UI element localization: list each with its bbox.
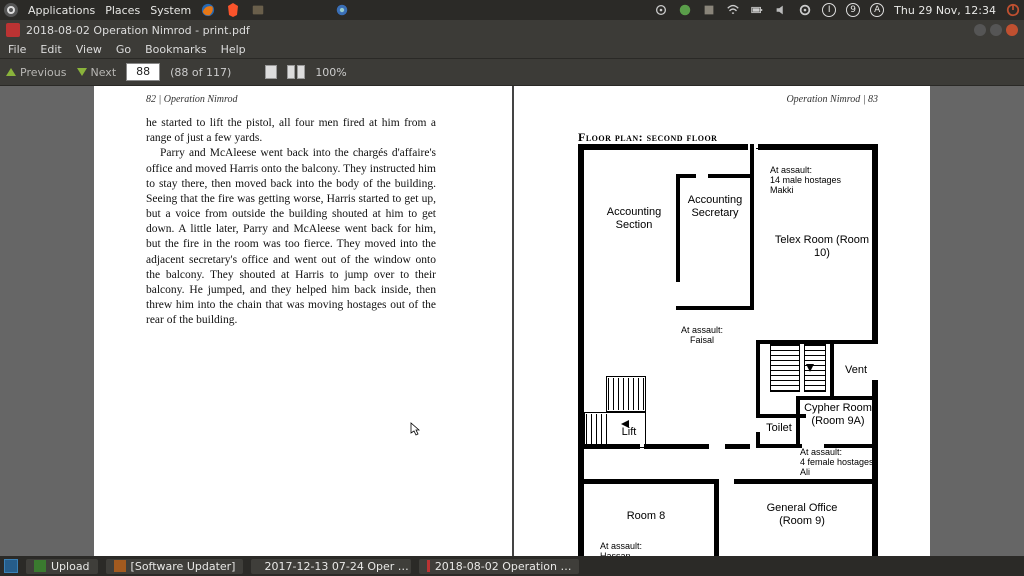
clock[interactable]: Thu 29 Nov, 12:34 xyxy=(894,4,996,17)
task-label: 2017-12-13 07-24 Oper … xyxy=(264,560,408,573)
zoom-level[interactable]: 100% xyxy=(315,66,346,79)
arrow-up-icon xyxy=(6,68,16,76)
wifi-icon[interactable] xyxy=(726,3,740,17)
task-doc-2017[interactable]: 2017-12-13 07-24 Oper … xyxy=(251,559,411,574)
note-faisal: At assault: Faisal xyxy=(672,326,732,346)
indicator-9-icon[interactable]: 9 xyxy=(846,3,860,17)
files-icon[interactable] xyxy=(251,3,265,17)
label-telex-room: Telex Room (Room 10) xyxy=(774,234,870,259)
dual-page-view-button[interactable] xyxy=(287,65,305,79)
updater-icon xyxy=(114,560,126,572)
mouse-cursor-icon xyxy=(410,422,420,436)
settings-gear-icon[interactable] xyxy=(798,3,812,17)
page-number-input[interactable]: 88 xyxy=(126,63,160,81)
app-menu-bar: File Edit View Go Bookmarks Help xyxy=(0,40,1024,58)
arrow-down-icon xyxy=(77,68,87,76)
document-viewport[interactable]: 82 | Operation Nimrod he started to lift… xyxy=(0,86,1024,556)
pdf-icon xyxy=(427,560,429,572)
note-room8: At assault: Hassan xyxy=(600,542,670,556)
disk-icon[interactable] xyxy=(702,3,716,17)
label-general-office: General Office (Room 9) xyxy=(754,502,850,527)
show-desktop-button[interactable] xyxy=(4,559,18,573)
page-right: Operation Nimrod | 83 Floor plan: second… xyxy=(518,86,930,556)
distro-logo-icon[interactable] xyxy=(4,3,18,17)
menu-help[interactable]: Help xyxy=(221,43,246,56)
floor-plan: Accounting Section Accounting Secretary … xyxy=(578,144,878,556)
firefox-icon[interactable] xyxy=(201,3,215,17)
task-label: Upload xyxy=(51,560,90,573)
menu-go[interactable]: Go xyxy=(116,43,131,56)
pdf-file-icon xyxy=(6,23,20,37)
single-page-view-button[interactable] xyxy=(265,65,277,79)
window-title-bar: 2018-08-02 Operation Nimrod - print.pdf xyxy=(0,20,1024,40)
menu-view[interactable]: View xyxy=(76,43,102,56)
note-cypher: At assault: 4 female hostages Ali xyxy=(800,448,890,478)
running-head-right: Operation Nimrod | 83 xyxy=(786,94,878,105)
window-title: 2018-08-02 Operation Nimrod - print.pdf xyxy=(26,24,250,37)
window-minimize-button[interactable] xyxy=(974,24,986,36)
task-upload[interactable]: Upload xyxy=(26,559,98,574)
bottom-taskbar: Upload [Software Updater] 2017-12-13 07-… xyxy=(0,556,1024,576)
page-left: 82 | Operation Nimrod he started to lift… xyxy=(94,86,506,556)
indicator-a-icon[interactable]: A xyxy=(870,3,884,17)
running-head-left: 82 | Operation Nimrod xyxy=(146,94,238,105)
menu-bookmarks[interactable]: Bookmarks xyxy=(145,43,206,56)
note-telex: At assault: 14 male hostages Makki xyxy=(770,166,870,196)
menu-system[interactable]: System xyxy=(150,4,191,17)
location-icon[interactable] xyxy=(654,3,668,17)
prev-label: Previous xyxy=(20,66,67,79)
sync-icon[interactable] xyxy=(678,3,692,17)
menu-file[interactable]: File xyxy=(8,43,26,56)
task-doc-2018[interactable]: 2018-08-02 Operation … xyxy=(419,559,579,574)
label-cypher-room: Cypher Room (Room 9A) xyxy=(800,402,876,427)
battery-icon[interactable] xyxy=(750,3,764,17)
menu-applications[interactable]: Applications xyxy=(28,4,95,17)
brave-icon[interactable] xyxy=(225,2,241,18)
para-2: Parry and McAleese went back into the ch… xyxy=(146,146,436,328)
power-icon[interactable] xyxy=(1006,3,1020,17)
prev-page-button[interactable]: Previous xyxy=(6,66,67,79)
indicator-i-icon[interactable]: I xyxy=(822,3,836,17)
volume-icon[interactable] xyxy=(774,3,788,17)
label-lift: Lift xyxy=(614,426,644,439)
label-room-8: Room 8 xyxy=(606,510,686,523)
label-accounting-secretary: Accounting Secretary xyxy=(682,194,748,219)
para-1: he started to lift the pistol, all four … xyxy=(146,116,436,146)
task-software-updater[interactable]: [Software Updater] xyxy=(106,559,244,574)
system-menu-bar: Applications Places System I 9 A Thu 29 … xyxy=(0,0,1024,20)
next-page-button[interactable]: Next xyxy=(77,66,117,79)
label-accounting-section: Accounting Section xyxy=(596,206,672,231)
folder-upload-icon xyxy=(34,560,46,572)
next-label: Next xyxy=(91,66,117,79)
label-toilet: Toilet xyxy=(760,422,798,435)
label-vent: Vent xyxy=(836,364,876,377)
page-gutter xyxy=(506,86,518,556)
body-text: he started to lift the pistol, all four … xyxy=(146,116,436,328)
activity-indicator-icon[interactable] xyxy=(335,3,349,17)
window-maximize-button[interactable] xyxy=(990,24,1002,36)
task-label: 2018-08-02 Operation … xyxy=(435,560,572,573)
menu-places[interactable]: Places xyxy=(105,4,140,17)
window-close-button[interactable] xyxy=(1006,24,1018,36)
task-label: [Software Updater] xyxy=(131,560,236,573)
toolbar: Previous Next 88 (88 of 117) 100% xyxy=(0,58,1024,86)
floorplan-title: Floor plan: second floor xyxy=(578,130,717,145)
menu-edit[interactable]: Edit xyxy=(40,43,61,56)
page-total-label: (88 of 117) xyxy=(170,66,231,79)
